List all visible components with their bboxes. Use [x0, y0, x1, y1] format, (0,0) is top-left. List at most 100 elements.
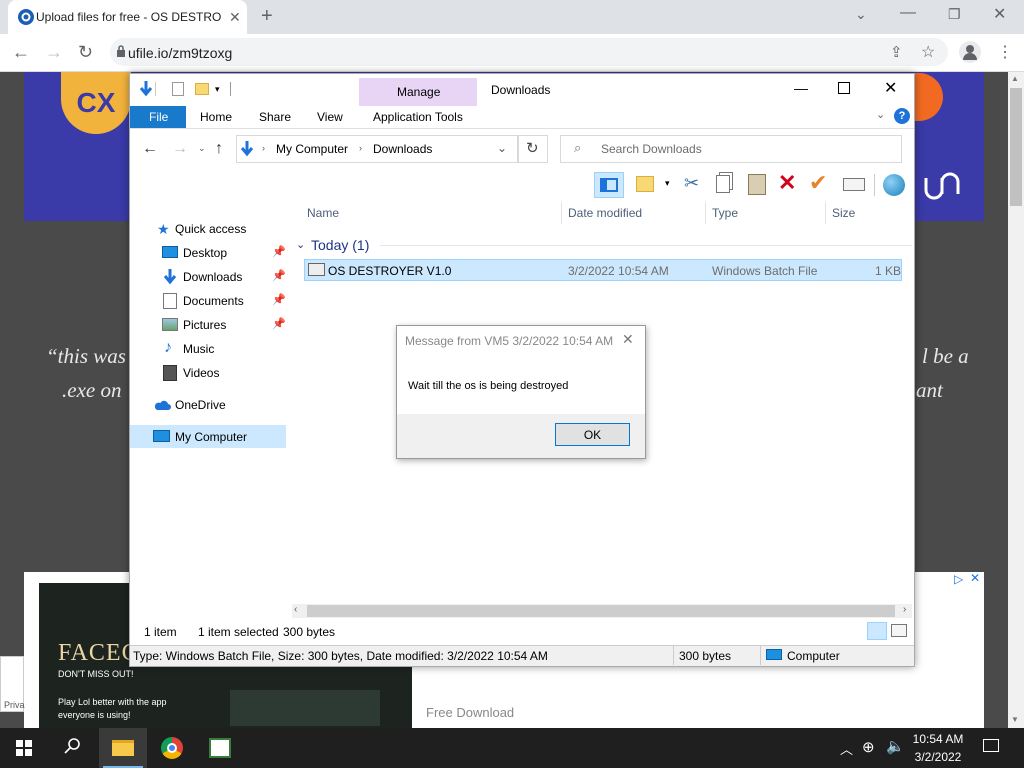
- rename-icon[interactable]: [843, 178, 865, 191]
- volume-icon[interactable]: 🔈: [886, 737, 905, 755]
- address-dropdown-icon[interactable]: ⌄: [497, 141, 507, 155]
- tab-application-tools[interactable]: Application Tools: [373, 110, 463, 124]
- column-type[interactable]: Type: [712, 206, 738, 220]
- nav-videos[interactable]: Videos: [183, 366, 219, 380]
- breadcrumb-chevron-icon[interactable]: ›: [262, 143, 265, 153]
- file-name[interactable]: OS DESTROYER V1.0: [328, 264, 451, 278]
- paste-icon[interactable]: [748, 174, 766, 195]
- properties-icon[interactable]: [172, 82, 184, 96]
- back-icon[interactable]: ←: [12, 42, 30, 63]
- breadcrumb-chevron-icon[interactable]: ›: [359, 143, 362, 153]
- ad-free-download[interactable]: Free Download: [426, 705, 514, 720]
- cut-icon[interactable]: ✂: [684, 173, 699, 194]
- copy-icon[interactable]: [716, 175, 730, 193]
- tab-close-icon[interactable]: ✕: [229, 9, 241, 26]
- new-folder-toolbar-icon[interactable]: [636, 176, 654, 192]
- reload-icon[interactable]: ↻: [78, 42, 93, 63]
- pin-icon[interactable]: 📌: [272, 269, 286, 282]
- delete-icon[interactable]: ✕: [778, 170, 796, 196]
- search-placeholder[interactable]: Search Downloads: [601, 142, 702, 156]
- ok-button[interactable]: OK: [555, 423, 630, 446]
- scroll-up-icon[interactable]: ▲: [1011, 74, 1019, 83]
- nav-desktop[interactable]: Desktop: [183, 246, 227, 260]
- explorer-maximize-icon[interactable]: [838, 82, 850, 94]
- nav-documents[interactable]: Documents: [183, 294, 244, 308]
- explorer-forward-icon[interactable]: →: [172, 140, 188, 158]
- lock-icon[interactable]: [116, 44, 126, 58]
- checkmark-icon[interactable]: ✔: [809, 170, 827, 196]
- pin-icon[interactable]: 📌: [272, 293, 286, 306]
- restore-icon[interactable]: ❐: [948, 6, 961, 23]
- help-icon[interactable]: ?: [894, 108, 910, 124]
- quote-line1-right: l be a: [922, 344, 969, 368]
- url-text[interactable]: ufile.io/zm9tzoxg: [128, 45, 232, 61]
- clock-date[interactable]: 3/2/2022: [912, 750, 964, 764]
- file-explorer-icon[interactable]: [112, 740, 134, 756]
- taskbar-search-icon[interactable]: [64, 737, 82, 755]
- breadcrumb-my-computer[interactable]: My Computer: [276, 142, 348, 156]
- explorer-minimize-icon[interactable]: —: [794, 80, 808, 96]
- column-date-modified[interactable]: Date modified: [568, 206, 642, 220]
- explorer-close-icon[interactable]: ✕: [884, 78, 897, 98]
- dialog-message: Wait till the os is being destroyed: [408, 380, 569, 392]
- details-view-icon[interactable]: [867, 622, 887, 640]
- clock-time[interactable]: 10:54 AM: [912, 732, 964, 746]
- qat-dropdown-icon[interactable]: ▾: [215, 84, 220, 95]
- ad-close-icon[interactable]: ✕: [970, 571, 980, 585]
- tab-home[interactable]: Home: [200, 110, 232, 124]
- profile-avatar-icon[interactable]: [959, 41, 981, 63]
- network-icon[interactable]: ⊕: [862, 738, 875, 756]
- explorer-back-icon[interactable]: ←: [142, 140, 158, 158]
- window-close-icon[interactable]: ✕: [993, 4, 1006, 24]
- dialog-close-icon[interactable]: ✕: [622, 331, 634, 348]
- nav-onedrive[interactable]: OneDrive: [175, 398, 226, 412]
- forward-icon[interactable]: →: [45, 42, 63, 63]
- tab-share[interactable]: Share: [259, 110, 291, 124]
- app-window-icon[interactable]: [209, 738, 231, 758]
- downloads-arrow-icon: [239, 140, 255, 158]
- details-location: Computer: [787, 649, 840, 663]
- h-scrollbar-thumb[interactable]: [307, 605, 895, 617]
- nav-downloads[interactable]: Downloads: [183, 270, 242, 284]
- pin-icon[interactable]: 📌: [272, 245, 286, 258]
- breadcrumb-downloads[interactable]: Downloads: [373, 142, 432, 156]
- new-tab-icon[interactable]: +: [261, 5, 273, 28]
- adchoices-icon[interactable]: ▷: [954, 572, 963, 586]
- new-folder-dropdown-icon[interactable]: ▾: [665, 178, 670, 189]
- nav-quick-access[interactable]: Quick access: [175, 222, 246, 236]
- minimize-icon[interactable]: —: [900, 4, 916, 22]
- address-bar[interactable]: [110, 38, 948, 66]
- scroll-left-icon[interactable]: ‹: [294, 604, 297, 615]
- scroll-right-icon[interactable]: ›: [903, 604, 906, 615]
- nav-my-computer[interactable]: My Computer: [175, 430, 247, 444]
- nav-pictures[interactable]: Pictures: [183, 318, 226, 332]
- column-divider[interactable]: [705, 202, 706, 224]
- column-divider[interactable]: [825, 202, 826, 224]
- column-name[interactable]: Name: [307, 206, 339, 220]
- new-folder-icon[interactable]: [195, 83, 209, 95]
- ad-text1: Play Lol better with the app: [58, 697, 167, 707]
- globe-icon[interactable]: [883, 174, 905, 196]
- menu-kebab-icon[interactable]: ⋮: [997, 42, 1013, 62]
- share-icon[interactable]: ⇪: [890, 43, 903, 61]
- scroll-down-icon[interactable]: ▼: [1011, 715, 1019, 724]
- ribbon-expand-icon[interactable]: ⌄: [876, 108, 885, 121]
- tray-chevron-icon[interactable]: ︿: [840, 739, 853, 758]
- qat-down-arrow-icon[interactable]: [138, 80, 154, 98]
- windows-start-icon[interactable]: [16, 740, 32, 756]
- large-icons-view-icon[interactable]: [891, 624, 907, 637]
- group-collapse-icon[interactable]: ⌄: [296, 238, 305, 251]
- pin-icon[interactable]: 📌: [272, 317, 286, 330]
- notification-center-icon[interactable]: [983, 739, 999, 752]
- up-folder-icon[interactable]: ↑: [215, 140, 223, 158]
- recent-locations-icon[interactable]: ⌄: [198, 143, 206, 154]
- column-size[interactable]: Size: [832, 206, 855, 220]
- group-header[interactable]: Today (1): [311, 237, 369, 253]
- refresh-icon[interactable]: ↻: [526, 139, 539, 157]
- nav-music[interactable]: Music: [183, 342, 214, 356]
- scrollbar-thumb[interactable]: [1010, 88, 1022, 206]
- column-divider[interactable]: [561, 202, 562, 224]
- bookmark-star-icon[interactable]: ☆: [921, 42, 935, 62]
- tab-search-icon[interactable]: ⌄: [855, 6, 867, 23]
- tab-view[interactable]: View: [317, 110, 343, 124]
